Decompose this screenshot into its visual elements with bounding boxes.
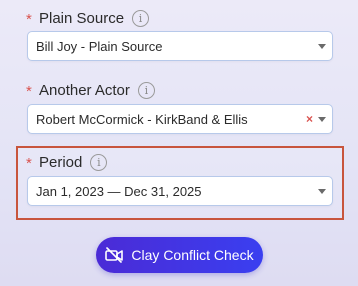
clay-conflict-check-button[interactable]: Clay Conflict Check [96,237,263,273]
chevron-down-icon[interactable] [318,117,326,122]
plain-source-label-row: * Plain Source i [26,8,150,28]
period-label: Period [39,153,83,171]
another-actor-label-row: * Another Actor i [26,80,155,100]
required-asterisk: * [26,154,32,172]
plain-source-label: Plain Source [39,9,125,27]
clear-icon[interactable]: × [306,113,313,125]
period-value: Jan 1, 2023 — Dec 31, 2025 [36,183,202,199]
plain-source-value: Bill Joy - Plain Source [36,38,163,54]
no-video-icon [105,247,124,263]
chevron-down-icon[interactable] [318,189,326,194]
info-icon[interactable]: i [137,81,155,99]
info-icon[interactable]: i [90,153,108,171]
another-actor-value: Robert McCormick - KirkBand & Ellis [36,111,248,127]
required-asterisk: * [26,82,32,100]
required-asterisk: * [26,10,32,28]
chevron-down-icon[interactable] [318,44,326,49]
period-select[interactable]: Jan 1, 2023 — Dec 31, 2025 [27,176,333,206]
clay-conflict-check-label: Clay Conflict Check [131,247,254,263]
plain-source-select[interactable]: Bill Joy - Plain Source [27,31,333,61]
period-label-row: * Period i [26,152,108,172]
another-actor-select[interactable]: Robert McCormick - KirkBand & Ellis × [27,104,333,134]
info-icon[interactable]: i [132,9,150,27]
another-actor-label: Another Actor [39,81,130,99]
